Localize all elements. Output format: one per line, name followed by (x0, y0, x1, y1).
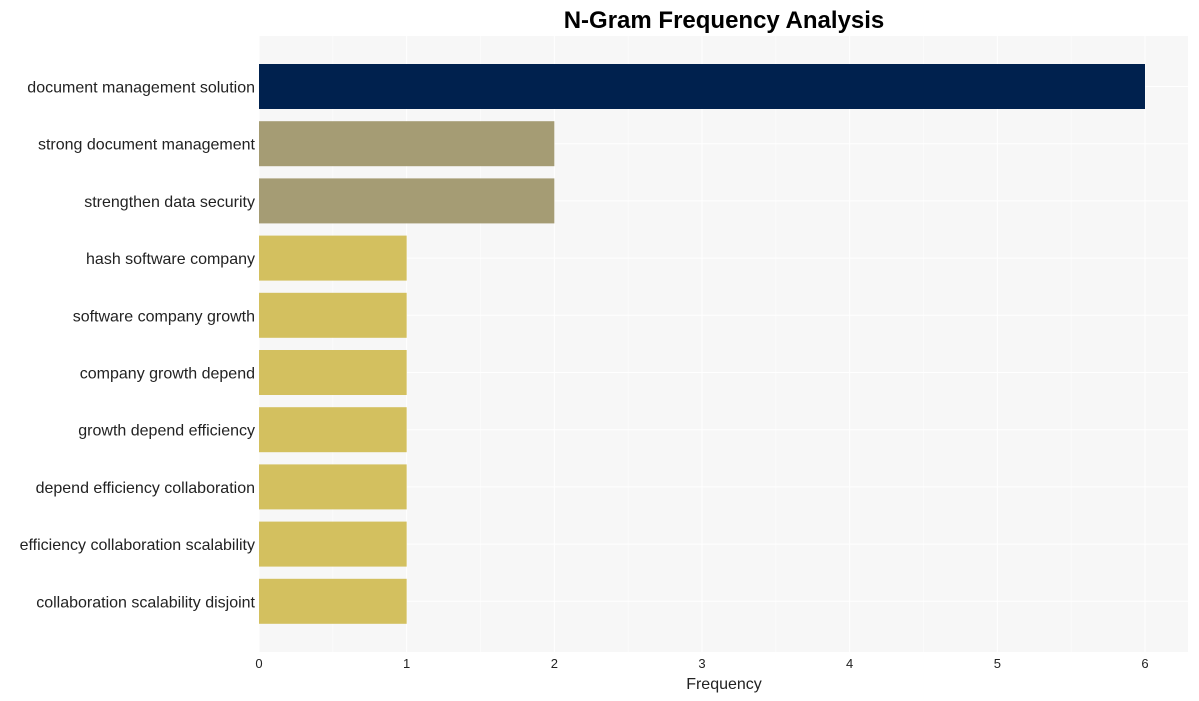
x-tick-label-4: 4 (846, 656, 853, 671)
bar-efficiency-collaboration-scalability (259, 521, 407, 567)
category-label: document management solution (27, 80, 255, 97)
category-label: collaboration scalability disjoint (36, 594, 255, 611)
category-labels: document management solution strong docum… (20, 80, 256, 612)
category-label: company growth depend (80, 366, 255, 383)
category-label: growth depend efficiency (78, 423, 255, 440)
x-tick-label-0: 0 (255, 656, 262, 671)
x-tick-label-2: 2 (551, 656, 558, 671)
bar-software-company-growth (259, 292, 407, 338)
x-tick-label-5: 5 (994, 656, 1001, 671)
bar-strengthen-data-security (259, 178, 555, 224)
category-label: hash software company (86, 251, 255, 268)
category-label: software company growth (73, 308, 255, 325)
category-label: strong document management (38, 137, 256, 154)
ngram-bar-chart: document management solution strong docum… (20, 7, 1188, 693)
x-tick-label-3: 3 (698, 656, 705, 671)
bar-depend-efficiency-collaboration (259, 464, 407, 510)
category-label: depend efficiency collaboration (36, 480, 255, 497)
x-tick-labels: 0 1 2 3 4 5 6 (255, 656, 1148, 671)
bar-document-management-solution (259, 64, 1145, 109)
bar-growth-depend-efficiency (259, 407, 407, 453)
chart-title: N-Gram Frequency Analysis (564, 7, 885, 34)
x-tick-label-6: 6 (1141, 656, 1148, 671)
category-label: strengthen data security (84, 194, 255, 211)
bar-hash-software-company (259, 235, 407, 281)
x-tick-label-1: 1 (403, 656, 410, 671)
bar-strong-document-management (259, 121, 555, 167)
bar-company-growth-depend (259, 350, 407, 395)
x-axis-title: Frequency (686, 676, 762, 693)
category-label: efficiency collaboration scalability (20, 537, 255, 554)
bar-collaboration-scalability-disjoint (259, 578, 407, 624)
